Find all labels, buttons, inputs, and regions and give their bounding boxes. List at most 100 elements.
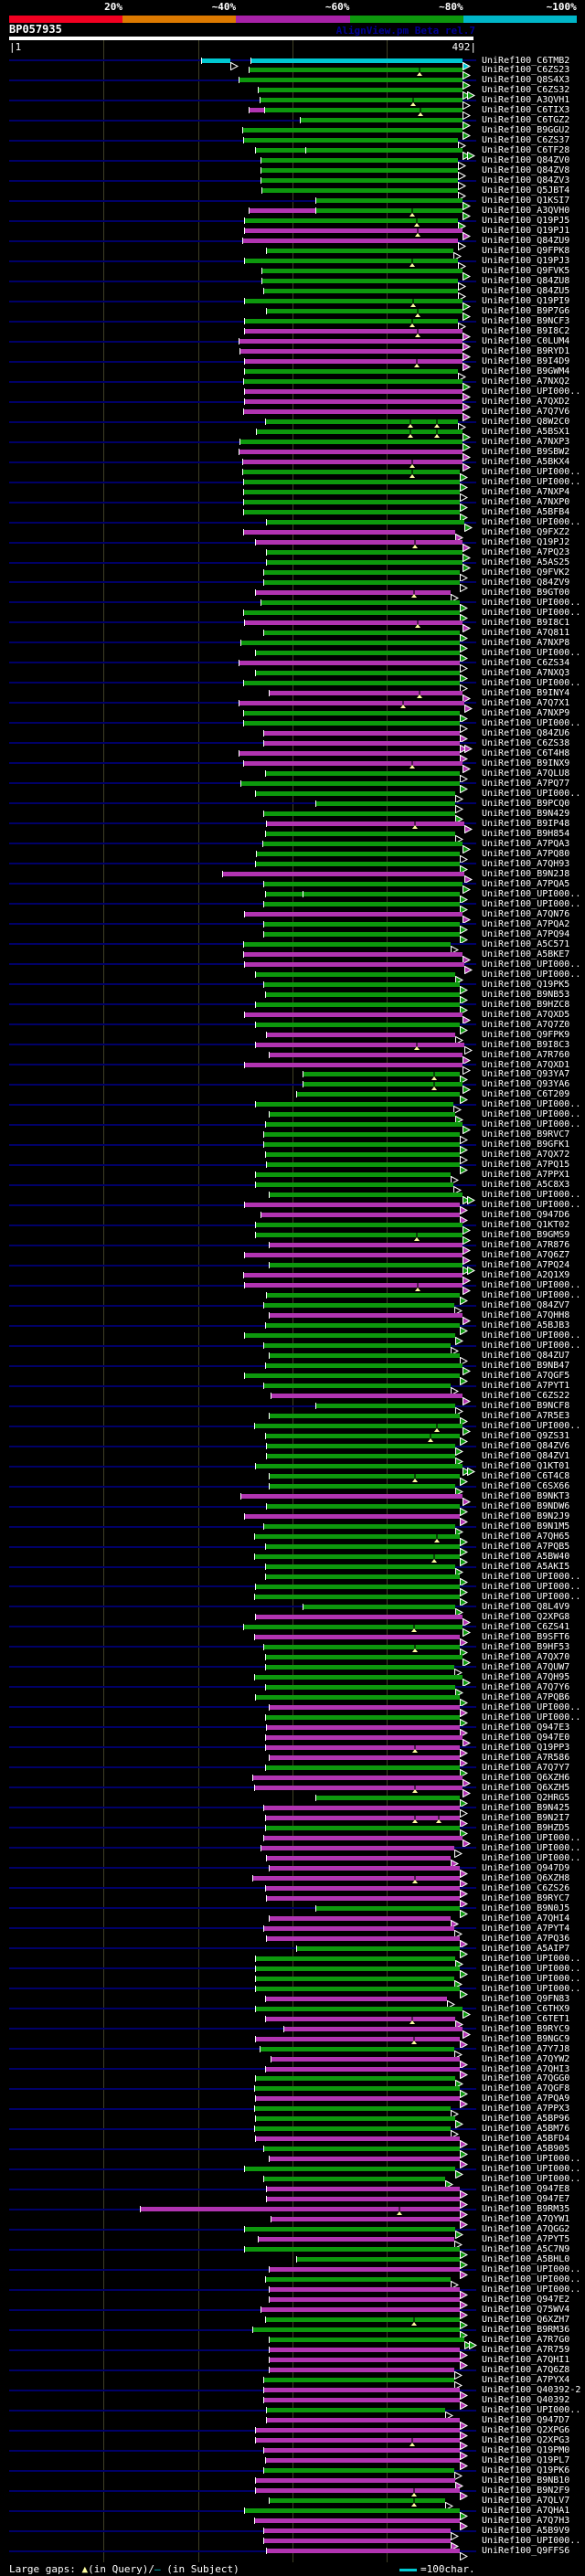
hsp-bar[interactable] [266,2549,460,2554]
hsp-bar[interactable] [243,379,463,385]
subject-label[interactable]: UniRef100_B9NB47 [482,1361,569,1371]
hsp-bar[interactable] [266,2418,460,2423]
subject-label[interactable]: UniRef100_A7NXQ3 [482,668,569,678]
subject-label[interactable]: UniRef100_C6T4H8 [482,748,569,758]
hsp-bar[interactable] [266,2197,460,2202]
subject-label[interactable]: UniRef100_Q19PJ1 [482,226,569,236]
subject-label[interactable]: UniRef100_C6SX66 [482,1481,569,1491]
hsp-bar[interactable] [244,620,463,625]
subject-label[interactable]: UniRef100_Q6XZH8 [482,1873,569,1883]
hsp-bar[interactable] [266,520,464,525]
hsp-bar[interactable] [271,1394,463,1399]
subject-label[interactable]: UniRef100_A7QHI1 [482,2355,569,2365]
hsp-bar[interactable] [255,1022,460,1027]
hsp-bar[interactable] [254,1534,460,1540]
hsp-bar[interactable] [244,961,464,967]
hsp-bar[interactable] [296,1945,460,1951]
subject-label[interactable]: UniRef100_B9RM36 [482,2325,569,2335]
subject-label[interactable]: UniRef100_A5BKE7 [482,949,569,959]
subject-label[interactable]: UniRef100_A7NXP9 [482,708,569,718]
subject-label[interactable]: UniRef100_Q947E8 [482,2184,569,2194]
hsp-bar[interactable] [255,1986,460,1991]
subject-label[interactable]: UniRef100_Q6XZH7 [482,2315,569,2325]
subject-label[interactable]: UniRef100_Q2XPG8 [482,1612,569,1622]
hsp-bar[interactable] [265,770,460,776]
subject-label[interactable]: UniRef100_A7PQ94 [482,929,569,939]
subject-label[interactable]: UniRef100_B9N429 [482,809,569,819]
subject-label[interactable]: UniRef100_B9P7G6 [482,306,569,316]
hsp-bar[interactable] [265,2277,451,2283]
subject-label[interactable]: UniRef100_Q40392-2 [482,2385,580,2395]
hsp-bar[interactable] [283,2026,463,2031]
subject-label[interactable]: UniRef100_B9I8C1 [482,618,569,628]
subject-label[interactable]: UniRef100_Q2HRG5 [482,1793,569,1803]
hsp-bar[interactable] [255,1102,453,1108]
hsp-bar[interactable] [269,2267,460,2273]
hsp-bar[interactable] [266,1504,460,1510]
subject-label[interactable]: UniRef100_Q19PL7 [482,2455,569,2465]
subject-label[interactable]: UniRef100_Q947E2 [482,2295,569,2305]
hsp-bar[interactable] [265,1564,455,1569]
subject-label[interactable]: UniRef100_A7QGF8 [482,2083,569,2094]
hsp-bar[interactable] [269,2348,460,2353]
subject-label[interactable]: UniRef100_B9H854 [482,829,569,839]
subject-label[interactable]: UniRef100_A7QX70 [482,1652,569,1662]
hsp-bar[interactable] [269,1704,460,1710]
hsp-bar[interactable] [244,329,463,334]
hsp-bar[interactable] [263,1132,460,1138]
subject-label[interactable]: UniRef100_A7QXD2 [482,397,569,407]
subject-label[interactable]: UniRef100_Q947E7 [482,2194,569,2204]
hsp-bar[interactable] [263,289,458,294]
hsp-bar[interactable] [243,1624,463,1629]
hsp-bar[interactable] [263,881,463,886]
subject-label[interactable]: UniRef100_A5BSX1 [482,427,569,437]
hsp-bar[interactable] [266,249,453,254]
hsp-bar[interactable] [266,1895,460,1901]
hsp-bar[interactable] [242,239,458,244]
subject-label[interactable]: UniRef100_C6ZS38 [482,738,569,748]
hsp-bar[interactable] [296,2257,460,2263]
subject-label[interactable]: UniRef100_Q947E3 [482,1723,569,1733]
hsp-bar[interactable] [269,1112,455,1118]
hsp-bar[interactable] [243,680,460,685]
subject-label[interactable]: UniRef100_UPI000.. [482,1200,580,1210]
hsp-bar[interactable] [243,610,460,615]
subject-label[interactable]: UniRef100_A5AKI5 [482,1562,569,1572]
subject-label[interactable]: UniRef100_Q93YA7 [482,1069,569,1079]
subject-label[interactable]: UniRef100_A7PYT5 [482,2234,569,2244]
hsp-bar[interactable] [266,1293,460,1299]
subject-label[interactable]: UniRef100_Q1KSI7 [482,196,569,206]
hsp-bar[interactable] [263,1644,460,1649]
subject-label[interactable]: UniRef100_A7PQB6 [482,1692,569,1702]
hsp-bar[interactable] [296,1092,460,1097]
subject-label[interactable]: UniRef100_UPI000.. [482,678,580,688]
subject-label[interactable]: UniRef100_B9N2J9 [482,1511,569,1521]
subject-label[interactable]: UniRef100_A7QHA1 [482,2506,569,2516]
subject-label[interactable]: UniRef100_B9NCF3 [482,316,569,326]
hsp-bar[interactable] [258,2237,454,2242]
subject-label[interactable]: UniRef100_UPI000.. [482,1712,580,1723]
subject-label[interactable]: UniRef100_A7PQB5 [482,1542,569,1552]
hsp-bar[interactable] [263,569,460,575]
subject-label[interactable]: UniRef100_B9SFT6 [482,1632,569,1642]
subject-label[interactable]: UniRef100_A7PQ80 [482,849,569,859]
hsp-bar[interactable] [266,2408,445,2413]
hsp-bar[interactable] [243,480,460,485]
hsp-bar[interactable] [256,429,463,435]
hsp-bar[interactable] [244,1514,460,1520]
subject-label[interactable]: UniRef100_C6ZS37 [482,135,569,145]
hsp-bar[interactable] [263,730,460,736]
hsp-bar[interactable] [260,98,463,103]
subject-label[interactable]: UniRef100_Q19PK5 [482,980,569,990]
hsp-bar[interactable] [263,2147,460,2152]
hsp-bar[interactable] [269,2297,460,2303]
subject-label[interactable]: UniRef100_A5B905 [482,2144,569,2154]
hsp-bar[interactable] [243,1273,463,1278]
subject-label[interactable]: UniRef100_A5B9V9 [482,2526,569,2536]
hsp-bar[interactable] [244,389,463,395]
hsp-bar[interactable] [269,2287,460,2293]
subject-label[interactable]: UniRef100_B9RM35 [482,2204,569,2214]
subject-label[interactable]: UniRef100_Q84ZV0 [482,155,569,165]
subject-label[interactable]: UniRef100_A7Q6Z8 [482,2365,569,2375]
hsp-bar[interactable] [265,831,455,836]
